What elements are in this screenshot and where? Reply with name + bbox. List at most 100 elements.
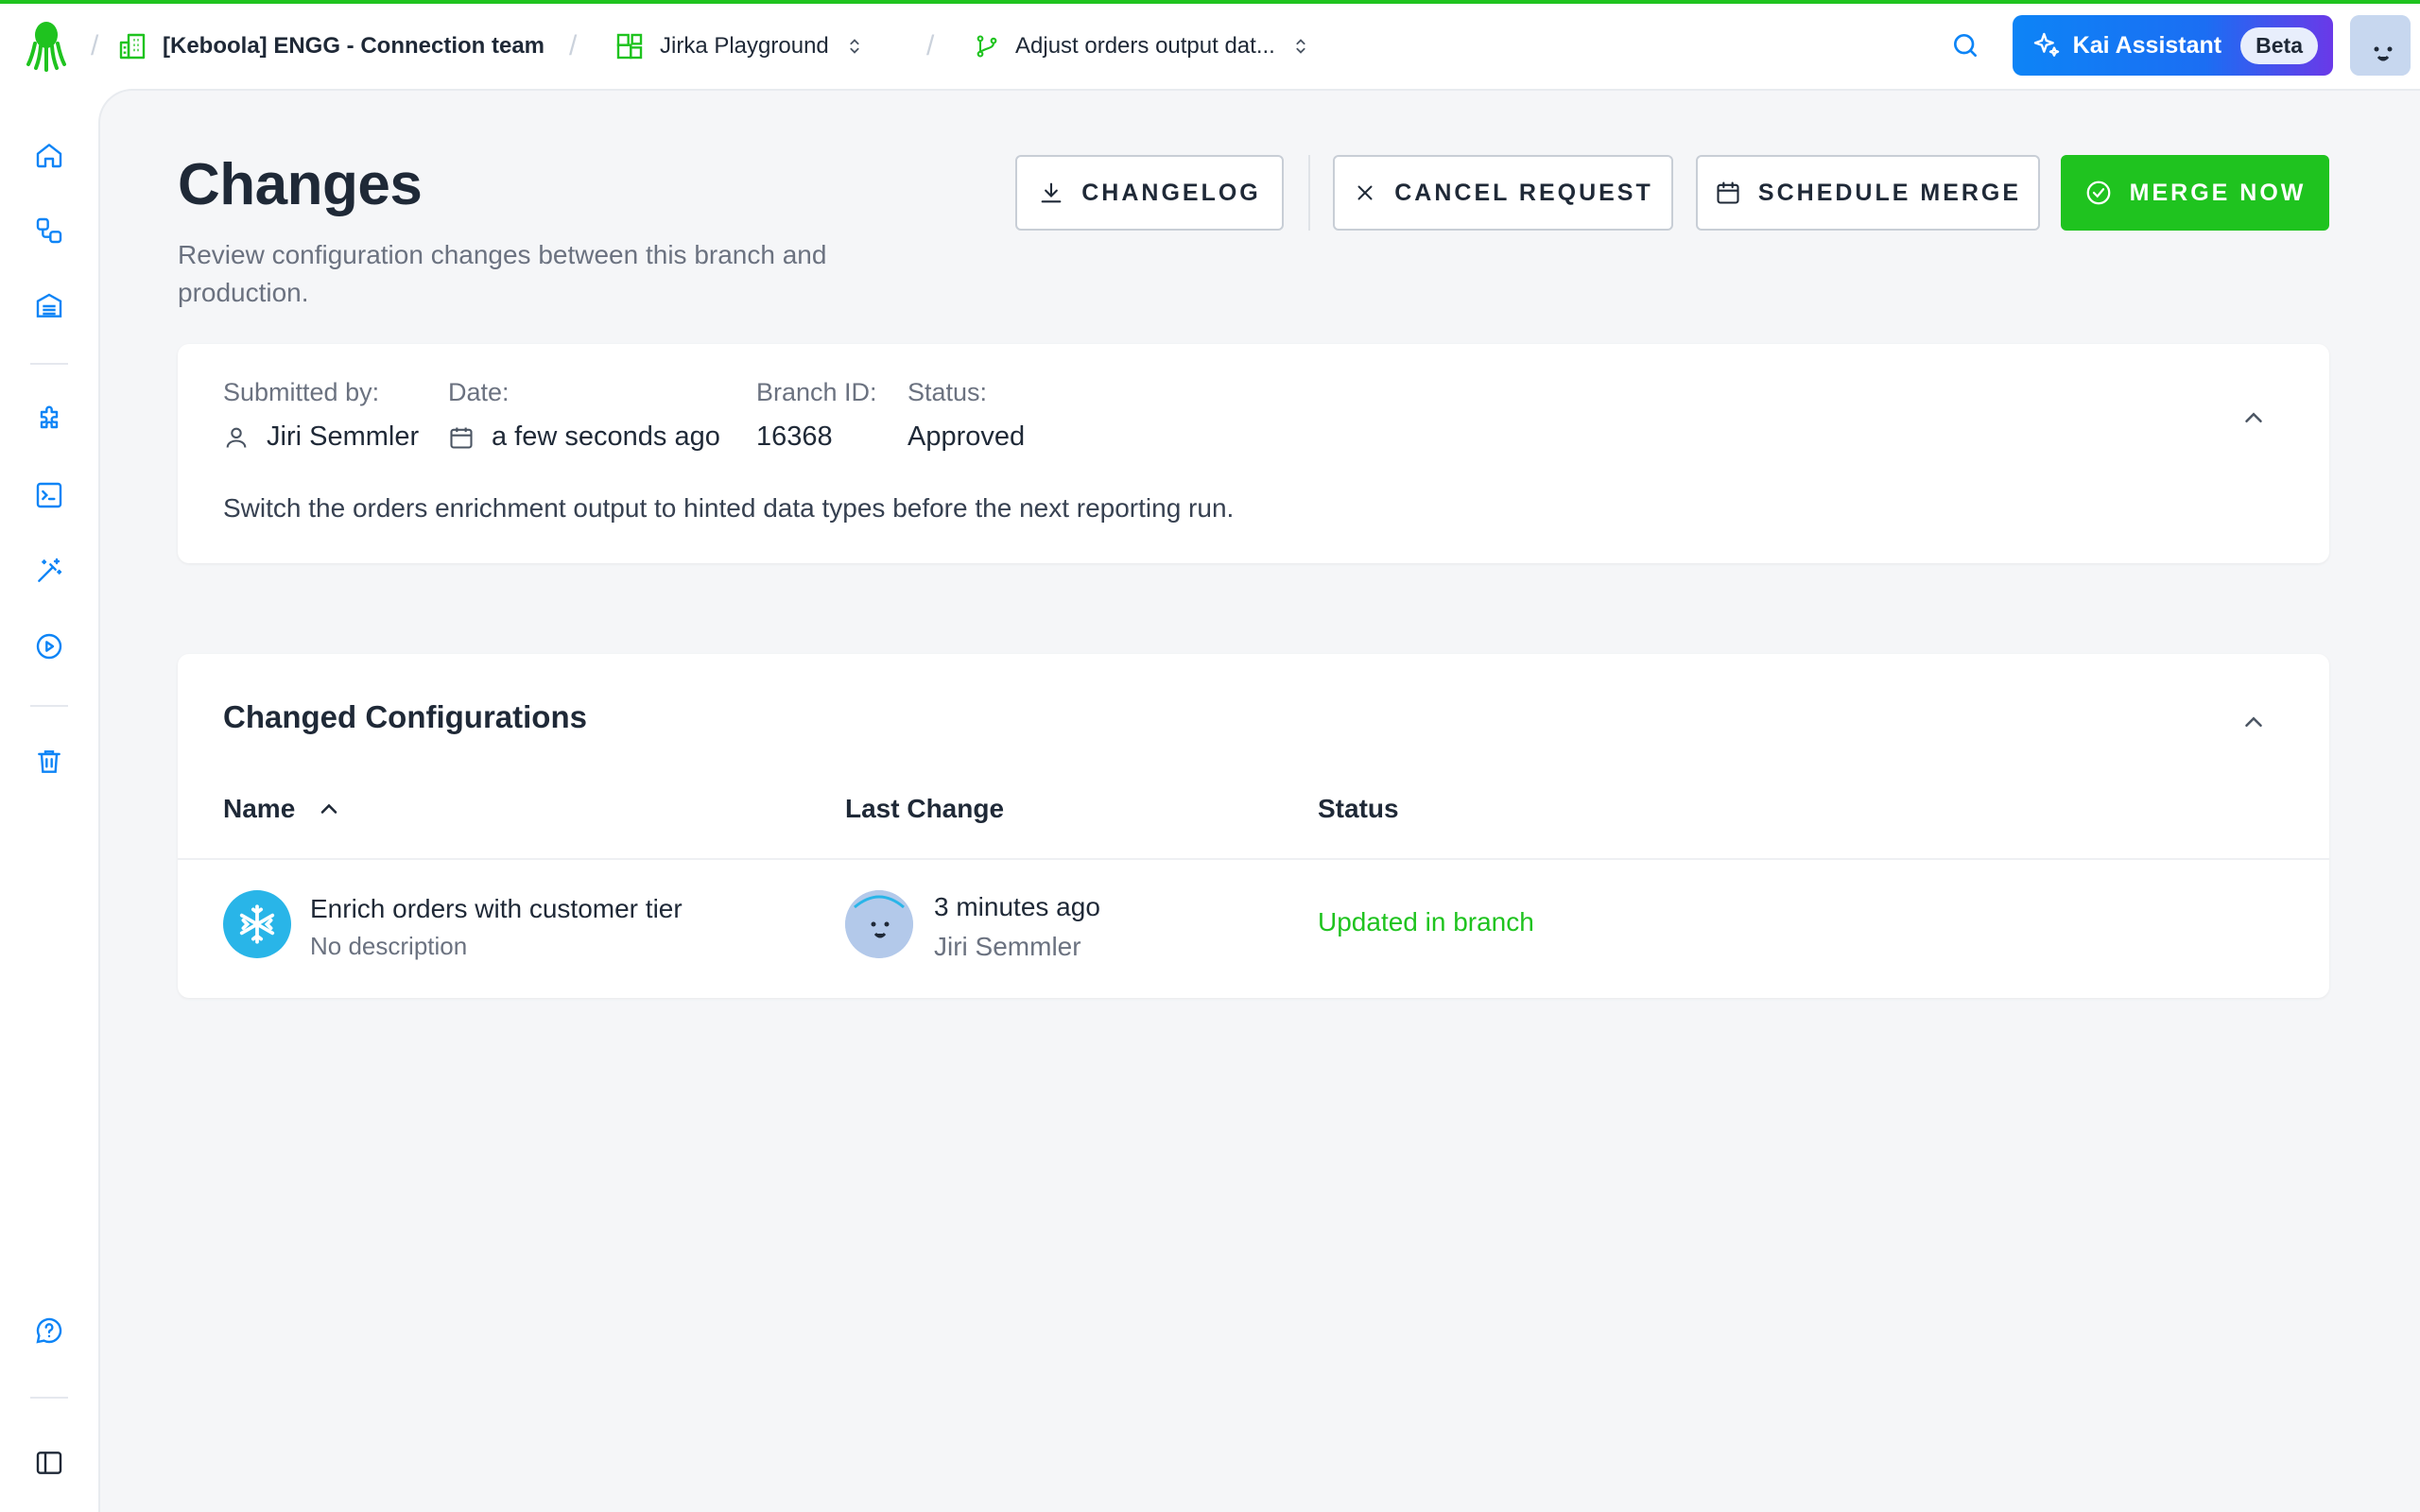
building-icon	[119, 33, 146, 60]
sidebar-item-flows[interactable]	[30, 212, 68, 249]
breadcrumb-separator: /	[91, 30, 99, 61]
check-circle-icon	[2086, 180, 2111, 205]
terminal-icon	[36, 482, 62, 508]
project-name: Jirka Playground	[660, 33, 829, 59]
breadcrumb-separator: /	[926, 30, 935, 61]
top-bar-actions: Kai Assistant Beta	[1935, 15, 2411, 76]
search-icon	[1953, 34, 1977, 57]
breadcrumb-organization[interactable]: [Keboola] ENGG - Connection team	[117, 4, 544, 89]
breadcrumb-separator: /	[569, 30, 578, 61]
top-bar: / [Keboola] ENGG - Connection team / Jir…	[0, 4, 2420, 89]
home-icon	[36, 144, 62, 168]
calendar-icon	[450, 427, 473, 449]
sidebar	[0, 89, 98, 1512]
request-description: Switch the orders enrichment output to h…	[223, 493, 1235, 523]
project-icon	[616, 33, 643, 60]
branch-id-value: 16368	[756, 421, 833, 453]
snowflake-icon	[223, 890, 291, 958]
collapse-configurations-button[interactable]	[2235, 703, 2273, 741]
main-content: Changes Review configuration changes bet…	[98, 89, 2420, 1512]
changelog-label: CHANGELOG	[1081, 179, 1261, 206]
sidebar-item-help[interactable]	[30, 1312, 68, 1349]
date-value: a few seconds ago	[448, 421, 720, 453]
changed-configurations-card: Changed Configurations Name Last Change …	[178, 654, 2329, 998]
sidebar-item-trash[interactable]	[30, 743, 68, 781]
configuration-description: No description	[310, 932, 468, 960]
column-header-last-change[interactable]: Last Change	[845, 794, 1004, 824]
sidebar-panel-icon	[36, 1452, 62, 1474]
changelog-button[interactable]: CHANGELOG	[1015, 155, 1284, 231]
chevron-up-icon	[2245, 716, 2262, 727]
breadcrumb-project[interactable]: Jirka Playground	[614, 4, 865, 89]
breadcrumb-branch[interactable]: Adjust orders output dat...	[974, 4, 1311, 89]
sidebar-divider	[30, 363, 68, 365]
magic-wand-icon	[38, 558, 62, 582]
search-button[interactable]	[1935, 15, 1996, 76]
chevron-up-icon	[2245, 412, 2262, 422]
table-row[interactable]: Enrich orders with customer tier No desc…	[178, 860, 2329, 998]
sparkles-icon	[2033, 32, 2059, 57]
last-change-user: Jiri Semmler	[934, 932, 1081, 961]
submitted-by-label: Submitted by:	[223, 378, 380, 406]
kai-assistant-button[interactable]: Kai Assistant Beta	[2012, 15, 2333, 76]
last-change-time: 3 minutes ago	[934, 892, 1100, 921]
branch-id: 16368	[756, 421, 833, 452]
download-icon	[1041, 182, 1062, 203]
puzzle-icon	[40, 405, 59, 429]
user-icon	[226, 427, 247, 448]
changed-configurations-title: Changed Configurations	[223, 699, 587, 734]
configuration-name[interactable]: Enrich orders with customer tier	[310, 894, 683, 924]
branch-name: Adjust orders output dat...	[1015, 33, 1275, 59]
sidebar-item-apps[interactable]	[30, 552, 68, 590]
merge-request-details: Submitted by: Jiri Semmler Date: a few s…	[178, 344, 2329, 563]
flow-icon	[36, 217, 62, 244]
column-last-change-label: Last Change	[845, 794, 1005, 823]
chevron-up-down-icon	[850, 39, 859, 54]
kai-assistant-label: Kai Assistant	[2072, 31, 2222, 59]
column-header-status[interactable]: Status	[1318, 794, 1399, 824]
cancel-request-button[interactable]: CANCEL REQUEST	[1333, 155, 1673, 231]
column-status-label: Status	[1318, 794, 1399, 823]
sidebar-item-home[interactable]	[30, 136, 68, 174]
chevron-up-down-icon	[1296, 39, 1305, 54]
column-header-name[interactable]: Name	[223, 794, 342, 824]
page-subtitle: Review configuration changes between thi…	[178, 240, 827, 307]
git-branch-icon	[977, 35, 997, 58]
avatar	[845, 890, 913, 958]
date-label: Date:	[448, 378, 510, 406]
merge-now-label: MERGE NOW	[2129, 179, 2307, 206]
actions-divider	[1308, 155, 1310, 231]
page-title: Changes	[178, 152, 423, 217]
sidebar-divider	[30, 1397, 68, 1399]
status-label: Status:	[908, 378, 988, 406]
status-value: Approved	[908, 421, 1025, 453]
calendar-icon	[1717, 181, 1739, 204]
trash-icon	[38, 750, 60, 773]
help-icon	[36, 1317, 62, 1344]
close-icon	[1357, 185, 1373, 200]
submitter-name: Jiri Semmler	[267, 421, 420, 452]
column-name-label: Name	[223, 794, 296, 823]
sidebar-item-storage[interactable]	[30, 287, 68, 325]
schedule-merge-label: SCHEDULE MERGE	[1757, 179, 2022, 206]
cancel-request-label: CANCEL REQUEST	[1394, 179, 1653, 206]
sidebar-divider	[30, 705, 68, 707]
schedule-merge-button[interactable]: SCHEDULE MERGE	[1696, 155, 2040, 231]
organization-name: [Keboola] ENGG - Connection team	[163, 33, 545, 59]
user-avatar[interactable]	[2350, 15, 2411, 76]
branch-id-label: Branch ID:	[756, 378, 877, 406]
storage-icon	[36, 293, 62, 318]
sidebar-item-transformations[interactable]	[30, 476, 68, 514]
sort-ascending-icon	[320, 803, 337, 814]
sidebar-collapse-toggle[interactable]	[30, 1444, 68, 1482]
sidebar-item-jobs[interactable]	[30, 627, 68, 665]
collapse-details-button[interactable]	[2235, 399, 2273, 437]
play-circle-icon	[36, 633, 62, 660]
merge-now-button[interactable]: MERGE NOW	[2061, 155, 2329, 231]
request-status: Approved	[908, 421, 1026, 452]
keboola-logo[interactable]	[23, 19, 70, 72]
status-badge: Updated in branch	[1318, 907, 1534, 936]
submitted-by-value: Jiri Semmler	[223, 421, 419, 453]
beta-badge: Beta	[2240, 26, 2318, 64]
sidebar-item-components[interactable]	[30, 401, 68, 438]
